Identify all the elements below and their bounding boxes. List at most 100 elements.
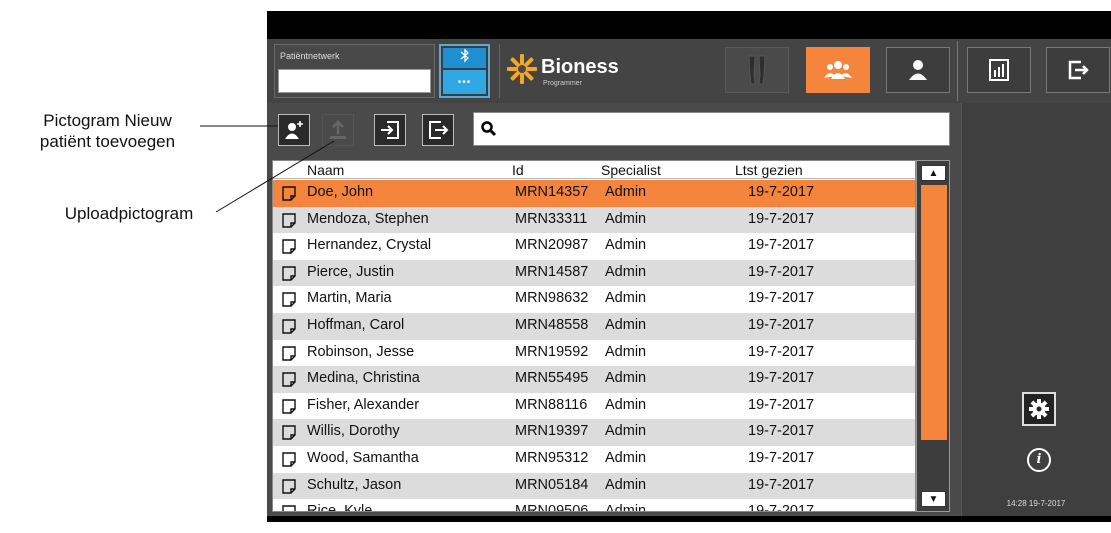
settings-button[interactable] [1022,392,1056,426]
bluetooth-button[interactable]: ••• [439,44,490,98]
cell-last-seen: 19-7-2017 [748,316,815,333]
cell-id: MRN05184 [515,476,589,493]
cell-id: MRN09506 [515,503,589,512]
cell-specialist: Admin [605,316,647,333]
patient-network-label: Patiëntnetwerk [280,51,340,61]
import-button[interactable] [374,114,406,146]
header-divider [957,41,958,101]
nav-legs-button[interactable] [725,47,789,93]
cell-name: Hernandez, Crystal [307,237,432,254]
nav-exit-button[interactable] [1046,47,1110,93]
cell-name: Fisher, Alexander [307,396,420,413]
table-row[interactable]: Medina, Christina MRN55495 Admin 19-7-2017 [273,366,915,393]
table-row[interactable]: Doe, John MRN14357 Admin 19-7-2017 [273,180,915,207]
table-row[interactable]: Robinson, Jesse MRN19592 Admin 19-7-2017 [273,340,915,367]
patient-network-field[interactable] [278,69,431,93]
cell-id: MRN33311 [515,210,588,227]
cell-id: MRN98632 [515,290,589,307]
table-row[interactable]: Schultz, Jason MRN05184 Admin 19-7-2017 [273,472,915,500]
search-input[interactable] [473,112,950,146]
cell-name: Willis, Dorothy [307,423,400,440]
table-row[interactable]: Pierce, Justin MRN14587 Admin 19-7-2017 [273,259,915,287]
group-users-icon [824,61,852,79]
logo-subtext: Programmer [543,80,582,87]
exit-icon [1068,60,1089,80]
add-patient-icon [285,121,303,139]
cell-name: Mendoza, Stephen [307,210,429,227]
export-button[interactable] [422,114,454,146]
cell-last-seen: 19-7-2017 [748,237,815,254]
import-icon [381,121,399,139]
nav-patients-button[interactable] [806,47,870,93]
info-button[interactable]: i [1027,448,1051,472]
nav-report-button[interactable] [967,47,1031,93]
scroll-down-button[interactable]: ▼ [921,491,946,507]
cell-name: Doe, John [307,184,374,200]
bluetooth-icon [443,48,486,68]
cell-specialist: Admin [605,210,647,227]
cell-specialist: Admin [605,370,647,387]
scroll-up-button[interactable]: ▲ [921,165,946,181]
callout-new-patient: Pictogram Nieuw patiënt toevoegen [0,110,215,152]
search-icon [481,121,497,137]
cell-name: Pierce, Justin [307,263,395,280]
column-header-specialist[interactable]: Specialist [601,162,661,178]
logo-text: Bioness [541,56,619,78]
cell-specialist: Admin [605,449,647,466]
cell-id: MRN19397 [515,423,589,440]
table-row[interactable]: Fisher, Alexander MRN88116 Admin 19-7-2017 [273,393,915,420]
document-icon [282,399,296,414]
bioness-star-icon [507,54,537,84]
cell-name: Martin, Maria [307,290,392,307]
table-row[interactable]: Mendoza, Stephen MRN33311 Admin 19-7-2017 [273,206,915,234]
table-row[interactable]: Hoffman, Carol MRN48558 Admin 19-7-2017 [273,312,915,340]
table-row[interactable]: Martin, Maria MRN98632 Admin 19-7-2017 [273,286,915,313]
document-icon [282,345,296,361]
cell-specialist: Admin [605,396,647,413]
table-row[interactable]: Wood, Samantha MRN95312 Admin 19-7-2017 [273,446,915,473]
document-icon [282,505,296,511]
bluetooth-status: ••• [443,70,486,94]
cell-specialist: Admin [605,343,647,360]
cell-last-seen: 19-7-2017 [748,263,815,280]
bioness-logo: Bioness Programmer [499,44,649,98]
cell-last-seen: 19-7-2017 [748,476,815,493]
cell-name: Schultz, Jason [307,476,402,493]
cell-specialist: Admin [605,237,647,254]
legs-icon [748,55,766,85]
top-bezel [267,11,1111,39]
document-icon [282,319,296,334]
document-icon [282,186,296,201]
cell-name: Wood, Samantha [307,449,419,466]
column-header-last-seen[interactable]: Ltst gezien [735,162,803,178]
document-icon [282,292,296,308]
cell-specialist: Admin [605,263,647,280]
cell-last-seen: 19-7-2017 [748,449,815,466]
scroll-thumb[interactable] [921,185,947,440]
table-row[interactable]: Hernandez, Crystal MRN20987 Admin 19-7-2017 [273,233,915,260]
upload-button[interactable] [322,114,354,146]
callout-new-patient-line1: Pictogram Nieuw [43,111,172,130]
column-header-name[interactable]: Naam [307,162,344,178]
report-icon [989,59,1009,81]
cell-specialist: Admin [605,503,647,512]
cell-last-seen: 19-7-2017 [748,343,815,360]
column-header-id[interactable]: Id [512,162,524,178]
cell-last-seen: 19-7-2017 [748,370,815,387]
table-row[interactable]: Rice, Kyle MRN09506 Admin 19-7-2017 [273,499,915,512]
nav-user-button[interactable] [886,47,950,93]
cell-id: MRN55495 [515,370,589,387]
cell-name: Hoffman, Carol [307,316,405,333]
cell-name: Robinson, Jesse [307,343,415,360]
single-user-icon [909,60,927,80]
cell-specialist: Admin [605,476,647,493]
table-scrollbar[interactable]: ▲ ▼ [916,160,950,512]
table-row[interactable]: Willis, Dorothy MRN19397 Admin 19-7-2017 [273,419,915,446]
callout-upload: Uploadpictogram [64,204,194,223]
cell-last-seen: 19-7-2017 [748,503,815,512]
document-icon [282,478,296,494]
cell-specialist: Admin [605,290,647,307]
cell-last-seen: 19-7-2017 [748,184,815,200]
cell-last-seen: 19-7-2017 [748,290,815,307]
add-patient-button[interactable] [278,114,310,146]
